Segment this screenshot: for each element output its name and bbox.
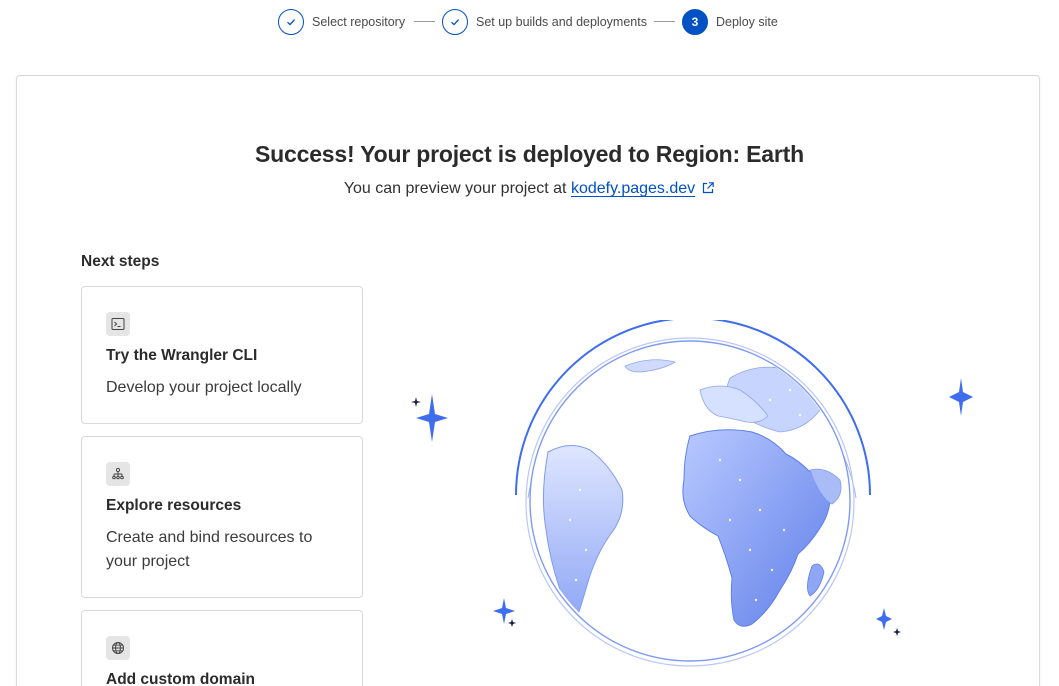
progress-stepper: Select repository Set up builds and depl…	[0, 9, 1059, 35]
card-title: Try the Wrangler CLI	[106, 347, 258, 364]
card-description: Develop your project locally	[106, 379, 302, 396]
external-link-icon[interactable]	[701, 181, 715, 200]
step-separator	[654, 21, 675, 22]
card-title: Explore resources	[106, 497, 242, 514]
step-deploy-site: 3 Deploy site	[682, 9, 778, 35]
globe-icon	[106, 636, 130, 660]
step-set-up-builds: Set up builds and deployments	[442, 9, 647, 35]
step-number-badge: 3	[682, 9, 708, 35]
step-select-repository: Select repository	[278, 9, 405, 35]
preview-link[interactable]: kodefy.pages.dev	[571, 180, 695, 197]
preview-prefix: You can preview your project at	[343, 180, 567, 197]
card-wrangler-cli[interactable]: Try the Wrangler CLI Develop your projec…	[81, 286, 363, 424]
step-label: Set up builds and deployments	[476, 15, 647, 29]
step-label: Deploy site	[716, 15, 778, 29]
step-separator	[414, 21, 435, 22]
card-title: Add custom domain	[106, 671, 255, 686]
card-custom-domain[interactable]: Add custom domain	[81, 610, 363, 686]
check-icon	[442, 9, 468, 35]
card-description: Create and bind resources to your projec…	[106, 529, 313, 570]
preview-line: You can preview your project at kodefy.p…	[0, 180, 1059, 200]
page-title: Success! Your project is deployed to Reg…	[255, 141, 804, 167]
globe-illustration	[400, 317, 1000, 686]
card-explore-resources[interactable]: Explore resources Create and bind resour…	[81, 436, 363, 598]
terminal-icon	[106, 312, 130, 336]
sitemap-icon	[106, 462, 130, 486]
check-icon	[278, 9, 304, 35]
next-steps-heading: Next steps	[81, 253, 160, 270]
step-label: Select repository	[312, 15, 406, 29]
